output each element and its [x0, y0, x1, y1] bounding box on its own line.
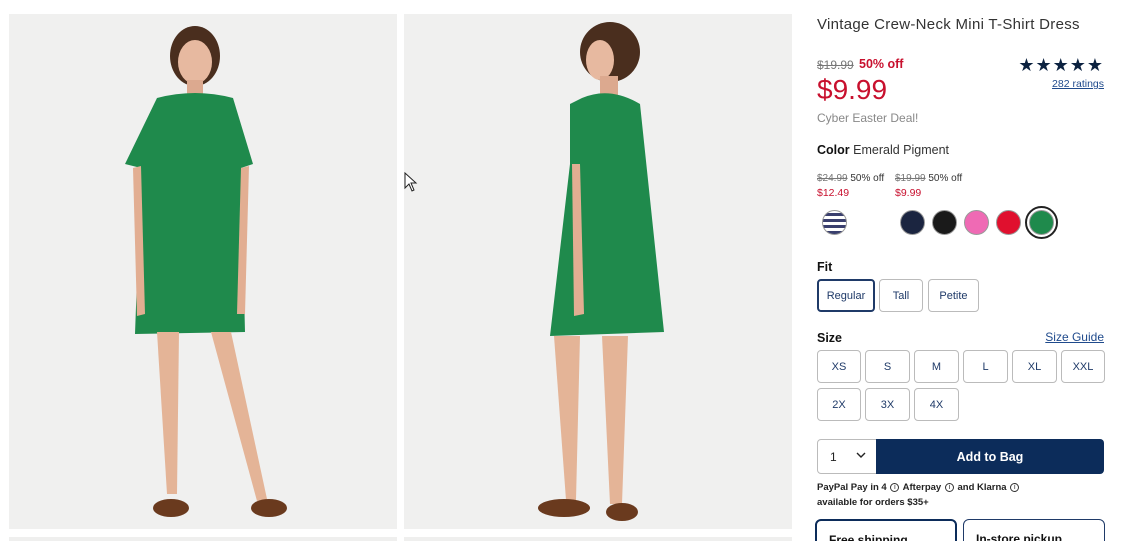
size-xxl-button[interactable]: XXL [1061, 350, 1105, 383]
klarna-text: and Klarna [957, 482, 1007, 493]
ratings-link[interactable]: 282 ratings [1052, 78, 1104, 90]
size-xl-button[interactable]: XL [1012, 350, 1057, 383]
product-image-row2-right[interactable] [404, 537, 792, 541]
swatch-emerald-pigment[interactable] [1025, 206, 1058, 239]
in-store-pickup-label: In-store pickup [976, 532, 1063, 541]
fit-petite-button[interactable]: Petite [928, 279, 979, 312]
swatch-white[interactable] [867, 210, 892, 235]
star-rating-icon: ★★★★★ [1018, 55, 1104, 75]
color-heading: Color [817, 143, 850, 157]
swatch-navy-stripe[interactable] [822, 210, 847, 235]
product-page: Vintage Crew-Neck Mini T-Shirt Dress $19… [0, 0, 1125, 541]
swatch-price-group-2: $19.99 50% off $9.99 [895, 172, 962, 200]
product-image-front[interactable] [9, 14, 397, 529]
swatch-black[interactable] [932, 210, 957, 235]
group1-new-price: $12.49 [817, 187, 850, 199]
quantity-value: 1 [830, 449, 837, 464]
product-info-panel: Vintage Crew-Neck Mini T-Shirt Dress $19… [815, 0, 1107, 541]
size-2x-button[interactable]: 2X [817, 388, 861, 421]
quantity-select[interactable]: 1 [817, 439, 877, 474]
payment-threshold-text: available for orders $35+ [817, 497, 929, 508]
size-guide-link[interactable]: Size Guide [1045, 330, 1104, 344]
group1-old-price: $24.99 [817, 173, 848, 184]
group2-new-price: $9.99 [895, 187, 922, 199]
free-shipping-option[interactable]: Free shipping [815, 519, 957, 541]
size-3x-button[interactable]: 3X [865, 388, 910, 421]
fit-tall-button[interactable]: Tall [879, 279, 923, 312]
afterpay-text: Afterpay [902, 482, 942, 493]
sale-price: $9.99 [817, 74, 888, 105]
product-image-back[interactable] [404, 14, 792, 529]
in-store-pickup-option[interactable]: In-store pickup [963, 519, 1105, 541]
free-shipping-label: Free shipping [829, 533, 908, 541]
fit-regular-button[interactable]: Regular [817, 279, 875, 312]
swatch-pink[interactable] [964, 210, 989, 235]
payment-options-text: PayPal Pay in 4 i Afterpay i and Klarna … [817, 480, 1107, 510]
original-price: $19.99 [817, 58, 854, 72]
mouse-cursor-icon [404, 172, 418, 192]
info-icon[interactable]: i [944, 482, 954, 492]
group1-discount: 50% off [850, 173, 885, 184]
info-icon[interactable]: i [890, 482, 900, 492]
paypal-text: PayPal Pay in 4 [817, 482, 887, 493]
size-s-button[interactable]: S [865, 350, 910, 383]
color-label: Color Emerald Pigment [817, 143, 949, 157]
swatch-price-group-1: $24.99 50% off $12.49 [817, 172, 884, 200]
size-label: Size [817, 331, 843, 345]
selected-color-name: Emerald Pigment [853, 143, 949, 157]
swatch-red[interactable] [996, 210, 1021, 235]
group2-old-price: $19.99 [895, 173, 926, 184]
product-image-row2-left[interactable] [9, 537, 397, 541]
swatch-navy[interactable] [900, 210, 925, 235]
product-gallery [0, 0, 805, 541]
size-4x-button[interactable]: 4X [914, 388, 959, 421]
product-title: Vintage Crew-Neck Mini T-Shirt Dress [817, 16, 1080, 33]
group2-discount: 50% off [928, 173, 963, 184]
fit-label: Fit [817, 260, 833, 274]
size-xs-button[interactable]: XS [817, 350, 861, 383]
add-to-bag-button[interactable]: Add to Bag [876, 439, 1104, 474]
chevron-down-icon [856, 452, 866, 458]
size-m-button[interactable]: M [914, 350, 959, 383]
size-l-button[interactable]: L [963, 350, 1008, 383]
discount-badge: 50% off [859, 57, 904, 71]
promo-text: Cyber Easter Deal! [817, 111, 919, 125]
info-icon[interactable]: i [1010, 482, 1020, 492]
